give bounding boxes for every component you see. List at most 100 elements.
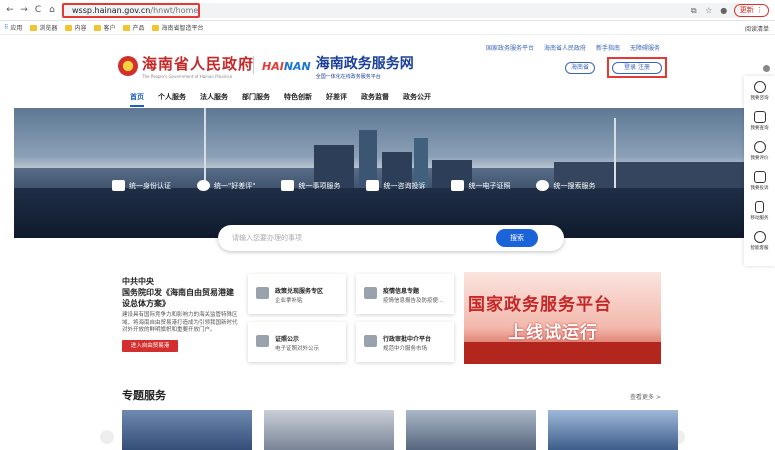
pen-icon: [753, 171, 766, 183]
home-icon[interactable]: ⌂: [46, 4, 58, 16]
search-input[interactable]: 请输入您要办理的事项: [232, 233, 302, 243]
special-services-thumbnails: [122, 410, 678, 450]
sidebar-consult[interactable]: 我要咨询: [744, 76, 775, 106]
special-service-thumb[interactable]: [122, 410, 252, 450]
view-more-link[interactable]: 查看更多 >: [630, 392, 661, 401]
hainan-brand-logo: HAINAN: [262, 60, 311, 73]
hero-services: 统一身份认证 统一"好差评" 统一事项服务 统一咨询投诉 统一电子证照 统一搜索…: [112, 180, 595, 191]
special-service-thumb[interactable]: [548, 410, 678, 450]
url-highlight[interactable]: wssp.hainan.gov.cn/hnwt/home: [62, 3, 200, 18]
portal-logo[interactable]: HAINAN 海南政务服务网 全国一体化在线政务服务平台: [262, 53, 414, 80]
policy-heading: 中共中央: [122, 277, 154, 286]
gov-logo[interactable]: 海南省人民政府 The People's Government of Haina…: [118, 53, 254, 79]
login-register-button[interactable]: 登录 注册: [612, 62, 662, 74]
nav-innovation[interactable]: 特色创新: [284, 92, 312, 107]
mobile-icon: [755, 201, 764, 213]
policy-title[interactable]: 国务院印发《海南自由贸易港建设总体方案》: [122, 287, 240, 309]
clipboard-icon: [753, 111, 766, 123]
card-license-publicity[interactable]: 证照公示 电子证照对外公示: [248, 322, 346, 362]
sidebar-ai-assistant[interactable]: 智能客服: [744, 226, 775, 256]
close-icon[interactable]: [763, 65, 770, 72]
id-card-icon: [451, 180, 465, 191]
update-button[interactable]: 更新 ⋮: [733, 4, 769, 17]
enter-ftz-button[interactable]: 进入自由贸易港: [122, 339, 178, 352]
atom-icon: [753, 231, 766, 243]
hero-item-search[interactable]: 统一搜索服务: [536, 180, 595, 191]
browser-toolbar: ← → C ⌂ wssp.hainan.gov.cn/hnwt/home ⧉ ☆…: [0, 0, 775, 21]
search-icon: [536, 180, 550, 191]
star-icon[interactable]: ☆: [704, 6, 714, 16]
nav-department[interactable]: 部门服务: [242, 92, 270, 107]
bookmark-item[interactable]: 海南省智造平台: [152, 23, 204, 32]
top-link[interactable]: 无障碍服务: [630, 43, 660, 52]
banner-line2: 上线试运行: [508, 323, 598, 343]
url-host: wssp.hainan.gov.cn: [72, 6, 151, 15]
hero-banner: [14, 108, 754, 238]
chat-icon: [366, 180, 380, 191]
banner-line1: 国家政务服务平台: [468, 295, 612, 315]
national-emblem-icon: [118, 56, 138, 76]
logo-divider: [253, 56, 254, 74]
document-icon: [364, 287, 377, 299]
hero-item-rating[interactable]: 统一"好差评": [197, 180, 255, 191]
bookmark-item[interactable]: 内容: [65, 23, 86, 32]
policy-announcement: 中共中央 国务院印发《海南自由贸易港建设总体方案》 建设具有国际竞争力和影响力的…: [122, 276, 240, 352]
card-epidemic-info[interactable]: 疫情信息专题 疫情信息报告及防疫便...: [356, 274, 454, 314]
nav-home[interactable]: 首页: [130, 92, 144, 107]
license-icon: [256, 335, 269, 347]
top-links: 国家政务服务平台 海南省人民政府 新手指南 无障碍服务: [486, 43, 660, 52]
hero-item-license[interactable]: 统一电子证照: [451, 180, 510, 191]
sidebar-query[interactable]: 我要查询: [744, 106, 775, 136]
back-icon[interactable]: ←: [4, 4, 16, 16]
policy-body: 建设具有国际竞争力和影响力的海关监管特殊区域，将海南自由贸易港打造成为引领我国新…: [122, 312, 238, 333]
floating-sidebar: 我要咨询 我要查询 我要评价 我要投诉 移动服务 智能客服: [744, 76, 775, 266]
sidebar-mobile[interactable]: 移动服务: [744, 196, 775, 226]
user-icon: [112, 180, 125, 191]
share-icon[interactable]: ⧉: [689, 6, 699, 16]
top-link[interactable]: 国家政务服务平台: [486, 43, 534, 52]
nav-rating[interactable]: 好差评: [326, 92, 347, 107]
bookmark-item[interactable]: 客户: [94, 23, 115, 32]
sidebar-complain[interactable]: 我要投诉: [744, 166, 775, 196]
sidebar-evaluate[interactable]: 我要评价: [744, 136, 775, 166]
national-platform-banner[interactable]: 国家政务服务平台 上线试运行: [464, 272, 661, 364]
window-icon: [281, 180, 295, 191]
top-link[interactable]: 海南省人民政府: [544, 43, 586, 52]
banner-wall: [464, 342, 661, 364]
carousel-prev-button[interactable]: [100, 430, 114, 444]
forward-icon[interactable]: →: [18, 4, 30, 16]
nav-corporate[interactable]: 法人服务: [200, 92, 228, 107]
hero-item-identity[interactable]: 统一身份认证: [112, 180, 171, 191]
special-service-thumb[interactable]: [264, 410, 394, 450]
nav-personal[interactable]: 个人服务: [158, 92, 186, 107]
card-intermediary-platform[interactable]: 行政审批中介平台 规范中介服务市场: [356, 322, 454, 362]
wallet-icon: [256, 287, 269, 299]
special-service-thumb[interactable]: [406, 410, 536, 450]
reading-list[interactable]: 阅读清单: [745, 24, 769, 33]
bookmark-item[interactable]: 浏览器: [30, 23, 57, 32]
folder-icon: [123, 24, 131, 31]
region-selector[interactable]: 海南省: [565, 62, 596, 74]
nav-supervision[interactable]: 政务监督: [361, 92, 389, 107]
special-services-title: 专题服务: [122, 389, 166, 402]
url-path: /hnwt/home: [150, 6, 199, 15]
bookmark-apps[interactable]: ⠿ 应用: [4, 23, 22, 32]
search-button[interactable]: 搜索: [496, 229, 538, 247]
card-policy-subsidy[interactable]: 政策兑现服务专区 企业拿补贴: [248, 274, 346, 314]
reload-icon[interactable]: C: [32, 4, 44, 16]
folder-icon: [30, 24, 38, 31]
chat-bubble-icon: [753, 81, 766, 93]
profile-icon[interactable]: ●: [719, 6, 729, 16]
gov-subtitle: The People's Government of Hainan Provin…: [142, 74, 233, 79]
folder-icon: [94, 24, 102, 31]
portal-title: 海南政务服务网: [315, 56, 414, 72]
folder-icon: [65, 24, 73, 31]
folder-icon: [152, 24, 160, 31]
hero-item-matters[interactable]: 统一事项服务: [281, 180, 340, 191]
nav-disclosure[interactable]: 政务公开: [403, 92, 431, 107]
search-bar: 请输入您要办理的事项 搜索: [218, 225, 564, 251]
main-nav: 首页 个人服务 法人服务 部门服务 特色创新 好差评 政务监督 政务公开: [130, 92, 431, 107]
top-link[interactable]: 新手指南: [596, 43, 620, 52]
hero-item-complaint[interactable]: 统一咨询投诉: [366, 180, 425, 191]
bookmark-item[interactable]: 产品: [123, 23, 144, 32]
